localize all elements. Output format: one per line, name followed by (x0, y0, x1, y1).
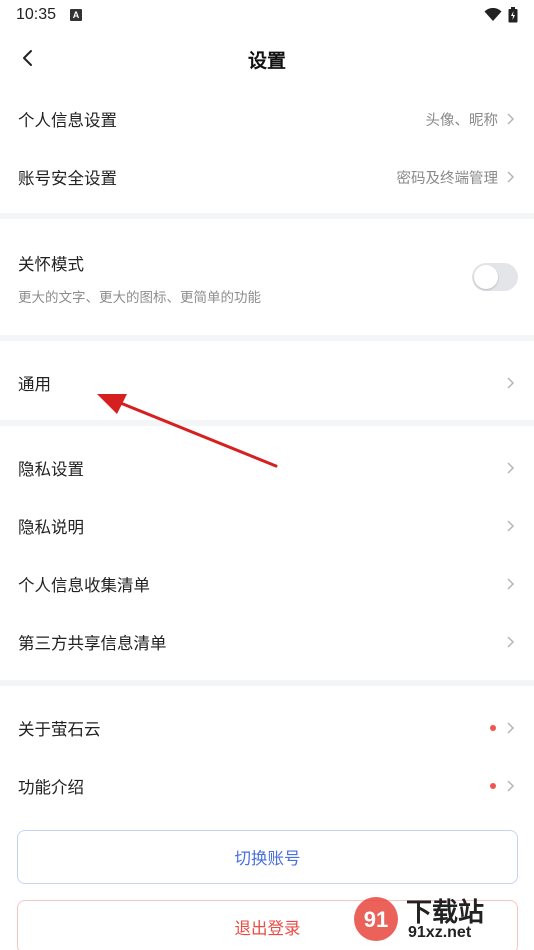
section-divider (0, 335, 534, 341)
chevron-right-icon (507, 462, 515, 474)
status-bar: 10:35 A (0, 0, 534, 30)
chevron-right-icon (507, 113, 515, 125)
account-security-settings-row[interactable]: 账号安全设置 密码及终端管理 (0, 148, 534, 206)
section-divider (0, 680, 534, 686)
row-label: 个人信息设置 (18, 111, 117, 130)
personal-info-settings-row[interactable]: 个人信息设置 头像、昵称 (0, 90, 534, 148)
row-label: 账号安全设置 (18, 169, 117, 188)
section-divider (0, 420, 534, 426)
privacy-statement-row[interactable]: 隐私说明 (0, 497, 534, 555)
notification-a-icon: A (70, 9, 83, 21)
care-mode-toggle[interactable] (472, 263, 518, 291)
about-group: 关于萤石云 功能介绍 (0, 699, 534, 815)
row-label: 关于萤石云 (18, 720, 101, 739)
chevron-right-icon (507, 377, 515, 389)
care-mode-description: 更大的文字、更大的图标、更简单的功能 (18, 290, 261, 306)
back-button[interactable] (10, 40, 46, 76)
new-badge-dot (490, 725, 496, 731)
navigation-bar: 设置 (0, 30, 534, 88)
privacy-group: 隐私设置 隐私说明 个人信息收集清单 第三方共享信息清单 (0, 439, 534, 671)
general-section: 通用 (0, 354, 534, 412)
chevron-right-icon (507, 636, 515, 648)
chevron-right-icon (507, 520, 515, 532)
about-ezviz-row[interactable]: 关于萤石云 (0, 699, 534, 757)
care-mode-section: 关怀模式 更大的文字、更大的图标、更简单的功能 (0, 219, 534, 331)
status-time: 10:35 (16, 6, 57, 23)
switch-account-button[interactable]: 切换账号 (17, 830, 518, 884)
chevron-left-icon (23, 50, 32, 66)
row-label: 第三方共享信息清单 (18, 634, 167, 653)
row-label: 通用 (18, 375, 51, 394)
toggle-knob (474, 265, 498, 289)
wifi-icon (484, 8, 502, 21)
logout-button[interactable]: 退出登录 (17, 900, 518, 950)
account-settings-group: 个人信息设置 头像、昵称 账号安全设置 密码及终端管理 (0, 90, 534, 206)
row-label: 个人信息收集清单 (18, 576, 150, 595)
page-title: 设置 (247, 49, 286, 72)
chevron-right-icon (507, 578, 515, 590)
row-label: 隐私设置 (18, 460, 84, 479)
privacy-settings-row[interactable]: 隐私设置 (0, 439, 534, 497)
care-mode-title: 关怀模式 (18, 255, 84, 274)
chevron-right-icon (507, 171, 515, 183)
row-value: 密码及终端管理 (396, 170, 499, 187)
row-label: 隐私说明 (18, 518, 84, 537)
third-party-sharing-list-row[interactable]: 第三方共享信息清单 (0, 613, 534, 671)
status-icons (484, 7, 518, 23)
row-label: 功能介绍 (18, 778, 84, 797)
new-badge-dot (490, 783, 496, 789)
chevron-right-icon (507, 722, 515, 734)
care-mode-row: 关怀模式 更大的文字、更大的图标、更简单的功能 (0, 219, 534, 331)
feature-intro-row[interactable]: 功能介绍 (0, 757, 534, 815)
chevron-right-icon (507, 780, 515, 792)
battery-icon (508, 7, 518, 23)
row-value: 头像、昵称 (425, 112, 499, 129)
general-row[interactable]: 通用 (0, 354, 534, 412)
personal-info-collection-list-row[interactable]: 个人信息收集清单 (0, 555, 534, 613)
